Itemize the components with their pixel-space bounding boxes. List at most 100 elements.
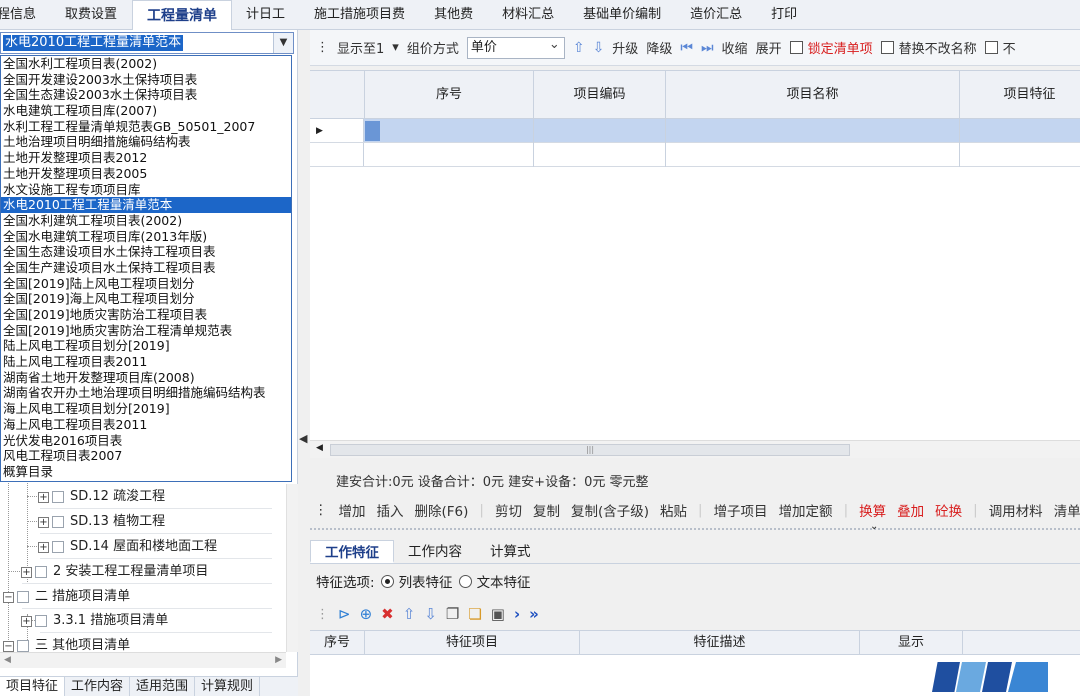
- upgrade-button[interactable]: 升级: [612, 38, 638, 57]
- dropdown-option[interactable]: 全国开发建设2003水土保持项目表: [1, 72, 291, 88]
- dropdown-option[interactable]: 海上风电工程项目划分[2019]: [1, 401, 291, 417]
- move-down-icon[interactable]: ⇩: [593, 40, 605, 56]
- dropdown-option[interactable]: 全国[2019]陆上风电工程项目划分: [1, 276, 291, 292]
- dropdown-option[interactable]: 湖南省土地开发整理项目库(2008): [1, 370, 291, 386]
- col-header-feature-item[interactable]: 特征项目: [365, 631, 580, 655]
- col-header-seq[interactable]: 序号: [310, 631, 365, 655]
- dropdown-option[interactable]: 陆上风电工程项目表2011: [1, 354, 291, 370]
- expand-icon[interactable]: +: [38, 541, 49, 553]
- last-icon[interactable]: »: [529, 605, 539, 623]
- dropdown-option[interactable]: 全国水利建筑工程项目表(2002): [1, 213, 291, 229]
- dropdown-option[interactable]: 全国生产建设项目水土保持工程项目表: [1, 260, 291, 276]
- copy-alt-icon[interactable]: ❏: [468, 605, 481, 623]
- collapse-button[interactable]: 收缩: [722, 38, 748, 57]
- tree-checkbox[interactable]: [35, 566, 47, 578]
- copy-with-children-button[interactable]: 复制(含子级): [571, 500, 649, 520]
- tab-item-features[interactable]: 项目特征: [0, 677, 66, 696]
- table-row[interactable]: [310, 143, 1080, 167]
- paste-button[interactable]: 粘贴: [660, 500, 687, 520]
- tree-checkbox[interactable]: [52, 541, 64, 553]
- cut-button[interactable]: 剪切: [495, 500, 522, 520]
- tab-base-unit-price[interactable]: 基础单价编制: [569, 0, 676, 30]
- delete-x-icon[interactable]: ✖: [381, 605, 394, 623]
- expand-icon[interactable]: +: [38, 491, 49, 503]
- dropdown-option[interactable]: 概算目录: [1, 464, 291, 480]
- col-header-code[interactable]: 项目编码: [534, 71, 666, 119]
- tree-node[interactable]: + 2 安装工程工程量清单项目: [21, 560, 208, 584]
- move-down-icon[interactable]: ⇩: [424, 605, 437, 623]
- scroll-left-icon[interactable]: ◀: [316, 443, 323, 453]
- dropdown-option[interactable]: 海上风电工程项目表2011: [1, 417, 291, 433]
- dropdown-option[interactable]: 全国[2019]海上风电工程项目划分: [1, 291, 291, 307]
- tree-checkbox[interactable]: [52, 516, 64, 528]
- col-header-feature[interactable]: 项目特征: [960, 71, 1080, 119]
- paste-icon[interactable]: ▣: [491, 605, 505, 623]
- tab-fee-settings[interactable]: 取费设置: [51, 0, 132, 30]
- scroll-right-icon[interactable]: ▶: [275, 655, 282, 665]
- dropdown-option[interactable]: 水电建筑工程项目库(2007): [1, 103, 291, 119]
- dropdown-option[interactable]: 水文设施工程专项项目库: [1, 182, 291, 198]
- col-header-name[interactable]: 项目名称: [666, 71, 960, 119]
- tab-calc-rules[interactable]: 计算规则: [195, 677, 261, 696]
- text-feature-radio[interactable]: [458, 574, 472, 588]
- tab-work-content[interactable]: 工作内容: [394, 540, 476, 563]
- concrete-replace-button[interactable]: 砼换: [935, 500, 962, 520]
- tree-node[interactable]: + SD.14 屋面和楼地面工程: [38, 535, 217, 559]
- tab-cost-summary[interactable]: 造价汇总: [676, 0, 757, 30]
- next-icon[interactable]: ›: [514, 605, 520, 623]
- tab-formula[interactable]: 计算式: [476, 540, 545, 563]
- tab-project-info[interactable]: 程信息: [0, 0, 51, 30]
- caret-down-icon[interactable]: ▾: [392, 40, 399, 55]
- dropdown-option[interactable]: 全国水利工程项目表(2002): [1, 56, 291, 72]
- dropdown-option[interactable]: 陆上风电工程项目划分[2019]: [1, 338, 291, 354]
- clear-button[interactable]: 清单: [1054, 500, 1080, 520]
- expand-icon[interactable]: +: [21, 615, 32, 627]
- call-material-button[interactable]: 调用材料: [989, 500, 1043, 520]
- add-sub-item-button[interactable]: 增子项目: [714, 500, 768, 520]
- add-button[interactable]: 增加: [339, 500, 366, 520]
- dropdown-option[interactable]: 全国[2019]地质灾害防治工程项目表: [1, 307, 291, 323]
- tree-checkbox[interactable]: [52, 491, 64, 503]
- dropdown-option[interactable]: 全国生态建设项目水土保持工程项目表: [1, 244, 291, 260]
- overlay-button[interactable]: 叠加: [897, 500, 924, 520]
- tab-construction-measures[interactable]: 施工措施项目费: [300, 0, 420, 30]
- tab-print[interactable]: 打印: [757, 0, 812, 30]
- dropdown-option[interactable]: 土地开发整理项目表2012: [1, 150, 291, 166]
- chevron-down-icon[interactable]: ▼: [273, 33, 293, 53]
- lock-list-checkbox[interactable]: [789, 41, 803, 54]
- tree-node[interactable]: + 3.3.1 措施项目清单: [21, 609, 168, 633]
- add-quota-button[interactable]: 增加定额: [779, 500, 833, 520]
- move-up-icon[interactable]: ⇧: [573, 40, 585, 56]
- dropdown-option[interactable]: 光伏发电2016项目表: [1, 433, 291, 449]
- collapse-icon[interactable]: −: [3, 640, 14, 652]
- col-header-display[interactable]: 显示: [860, 631, 963, 655]
- more-checkbox[interactable]: [984, 41, 998, 54]
- dropdown-option[interactable]: 风电工程项目表2007: [1, 448, 291, 464]
- replace-keep-name-checkbox[interactable]: [880, 41, 894, 54]
- insert-row-icon[interactable]: ⊳: [338, 605, 351, 623]
- tab-work-content[interactable]: 工作内容: [65, 677, 131, 696]
- dropdown-option[interactable]: 全国水电建筑工程项目库(2013年版): [1, 229, 291, 245]
- insert-button[interactable]: 插入: [377, 500, 404, 520]
- tree-node[interactable]: + SD.13 植物工程: [38, 510, 165, 534]
- expand-button[interactable]: 展开: [756, 38, 782, 57]
- tree-checkbox[interactable]: [35, 615, 47, 627]
- table-row[interactable]: ▶: [310, 119, 1080, 143]
- active-cell[interactable]: [365, 121, 380, 141]
- collapse-icon[interactable]: −: [3, 591, 14, 603]
- dropdown-option[interactable]: 土地治理项目明细措施编码结构表: [1, 134, 291, 150]
- scroll-left-icon[interactable]: ◀: [4, 655, 11, 665]
- first-page-icon[interactable]: ⏮: [680, 40, 693, 56]
- col-header-seq[interactable]: 序号: [365, 71, 534, 119]
- dropdown-option[interactable]: 湖南省农开办土地治理项目明细措施编码结构表: [1, 385, 291, 401]
- tree-horizontal-scrollbar[interactable]: ◀ ▶: [0, 652, 286, 668]
- show-to-button[interactable]: 显示至1: [337, 38, 384, 57]
- expand-icon[interactable]: +: [21, 566, 32, 578]
- copy-button[interactable]: 复制: [533, 500, 560, 520]
- tree-node[interactable]: + SD.12 疏浚工程: [38, 485, 165, 509]
- expand-icon[interactable]: +: [38, 516, 49, 528]
- collapse-left-icon[interactable]: ◀: [299, 432, 309, 448]
- tree-vertical-scrollbar[interactable]: [286, 484, 298, 652]
- tree-node[interactable]: − 二 措施项目清单: [3, 585, 130, 609]
- tree-checkbox[interactable]: [17, 640, 29, 652]
